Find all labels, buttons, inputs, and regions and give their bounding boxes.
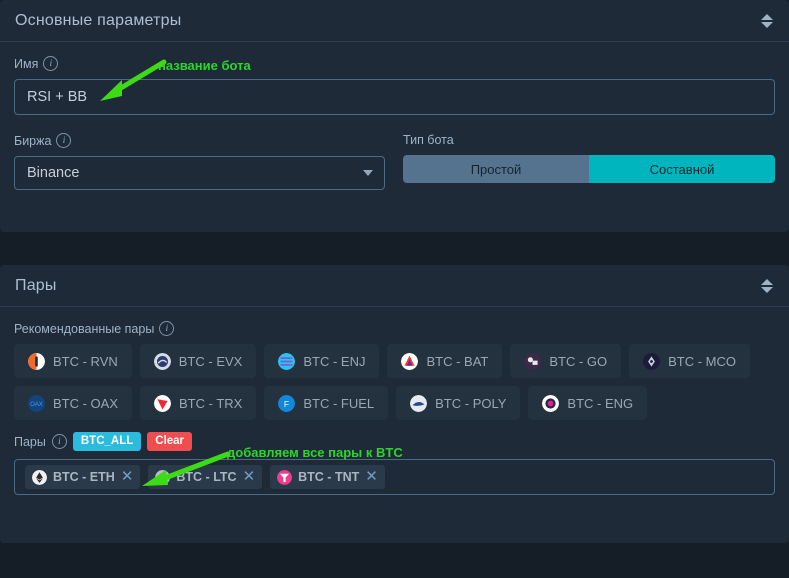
selected-pairs-field[interactable]: BTC - ETH ✕ BTC - LTC ✕ BTC - TNT ✕: [14, 459, 775, 495]
close-icon[interactable]: ✕: [365, 470, 378, 484]
selected-pair-label: BTC - ETH: [53, 470, 115, 484]
recommended-pair-chip[interactable]: BTC - RVN: [14, 344, 132, 378]
recommended-pair-chip[interactable]: BTC - GO: [510, 344, 621, 378]
exchange-bottype-row: Биржа i Binance Тип бота Простой Составн…: [14, 133, 775, 190]
close-icon[interactable]: ✕: [243, 470, 256, 484]
bot-type-option-simple[interactable]: Простой: [403, 155, 589, 183]
main-parameters-header[interactable]: Основные параметры: [0, 0, 789, 42]
bot-type-label-text: Тип бота: [403, 133, 454, 147]
coin-icon-fuel: F: [278, 395, 295, 412]
coin-icon-go: [524, 353, 541, 370]
bot-name-input[interactable]: [14, 79, 775, 115]
close-icon[interactable]: ✕: [121, 470, 134, 484]
exchange-select-value: Binance: [27, 165, 79, 181]
page-title: Основные параметры: [15, 12, 181, 30]
recommended-pair-chip[interactable]: BTC - ENG: [528, 386, 647, 420]
pairs-panel-title: Пары: [15, 277, 57, 295]
recommended-pairs-row: BTC - RVN BTC - EVX BTC - ENJ: [14, 344, 775, 378]
recommended-pairs-row: OAX BTC - OAX BTC - TRX F BTC - FUEL: [14, 386, 775, 420]
pairs-panel: Пары Рекомендованные пары i BTC - RVN: [0, 265, 789, 543]
pair-chip-label: BTC - OAX: [53, 396, 118, 411]
pair-chip-label: BTC - FUEL: [303, 396, 374, 411]
coin-icon-ltc: [155, 470, 170, 485]
clear-button[interactable]: Clear: [147, 432, 192, 451]
bot-type-field: Тип бота Простой Составной: [403, 133, 775, 190]
selected-pair-label: BTC - TNT: [298, 470, 359, 484]
main-parameters-body: Имя i Биржа i Binance Тип бота: [0, 42, 789, 208]
selected-pair-label: BTC - LTC: [176, 470, 236, 484]
coin-icon-rvn: [28, 353, 45, 370]
coin-icon-bat: [401, 353, 418, 370]
recommended-pair-chip[interactable]: F BTC - FUEL: [264, 386, 388, 420]
coin-icon-tnt: [277, 470, 292, 485]
bot-type-toggle-group: Простой Составной: [403, 155, 775, 183]
pair-chip-label: BTC - GO: [549, 354, 607, 369]
name-field-label: Имя i: [14, 56, 775, 71]
pairs-header[interactable]: Пары: [0, 265, 789, 307]
pair-chip-label: BTC - MCO: [668, 354, 736, 369]
exchange-field-label: Биржа i: [14, 133, 385, 148]
coin-icon-eng: [542, 395, 559, 412]
coin-icon-enj: [278, 353, 295, 370]
coin-icon-evx: [154, 353, 171, 370]
annotation-label-add-all-pairs: добавляем все пары к BTC: [227, 445, 403, 460]
pair-chip-label: BTC - ENJ: [303, 354, 365, 369]
main-parameters-panel: Основные параметры Имя i Биржа i Binance: [0, 0, 789, 232]
annotation-label-bot-name: название бота: [158, 58, 251, 73]
selected-pair-chip[interactable]: BTC - ETH ✕: [25, 465, 140, 489]
pair-chip-label: BTC - POLY: [435, 396, 506, 411]
pair-chip-label: BTC - TRX: [179, 396, 242, 411]
recommended-pairs-label-text: Рекомендованные пары: [14, 322, 154, 336]
chevron-down-icon[interactable]: [363, 170, 373, 176]
exchange-label-text: Биржа: [14, 134, 51, 148]
coin-icon-trx: [154, 395, 171, 412]
double-chevron-vertical-icon[interactable]: [760, 12, 774, 30]
info-icon[interactable]: i: [56, 133, 71, 148]
recommended-pair-chip[interactable]: BTC - TRX: [140, 386, 256, 420]
pair-chip-label: BTC - ENG: [567, 396, 633, 411]
exchange-field: Биржа i Binance: [14, 133, 385, 190]
recommended-pair-chip[interactable]: BTC - EVX: [140, 344, 257, 378]
coin-icon-oax: OAX: [28, 395, 45, 412]
recommended-pair-chip[interactable]: BTC - POLY: [396, 386, 520, 420]
bot-type-field-label: Тип бота: [403, 133, 775, 147]
name-label-text: Имя: [14, 57, 38, 71]
pair-chip-label: BTC - EVX: [179, 354, 243, 369]
pairs-body: Рекомендованные пары i BTC - RVN BTC - E…: [0, 307, 789, 513]
coin-icon-poly: [410, 395, 427, 412]
pair-chip-label: BTC - RVN: [53, 354, 118, 369]
recommended-pair-chip[interactable]: BTC - MCO: [629, 344, 750, 378]
pair-chip-label: BTC - BAT: [426, 354, 488, 369]
bot-type-option-composite[interactable]: Составной: [589, 155, 775, 183]
recommended-pair-chip[interactable]: BTC - BAT: [387, 344, 502, 378]
recommended-pair-chip[interactable]: BTC - ENJ: [264, 344, 379, 378]
coin-icon-mco: [643, 353, 660, 370]
info-icon[interactable]: i: [159, 321, 174, 336]
selected-pair-chip[interactable]: BTC - LTC ✕: [148, 465, 262, 489]
exchange-select[interactable]: Binance: [14, 156, 385, 190]
coin-icon-eth: [32, 470, 47, 485]
info-icon[interactable]: i: [52, 434, 67, 449]
svg-text:OAX: OAX: [30, 402, 43, 408]
svg-text:F: F: [284, 398, 289, 408]
btc-all-button[interactable]: BTC_ALL: [73, 432, 141, 451]
pairs-label-text: Пары: [14, 435, 46, 449]
selected-pair-chip[interactable]: BTC - TNT ✕: [270, 465, 385, 489]
info-icon[interactable]: i: [43, 56, 58, 71]
recommended-pairs-label: Рекомендованные пары i: [14, 321, 775, 336]
recommended-pair-chip[interactable]: OAX BTC - OAX: [14, 386, 132, 420]
double-chevron-vertical-icon[interactable]: [760, 277, 774, 295]
